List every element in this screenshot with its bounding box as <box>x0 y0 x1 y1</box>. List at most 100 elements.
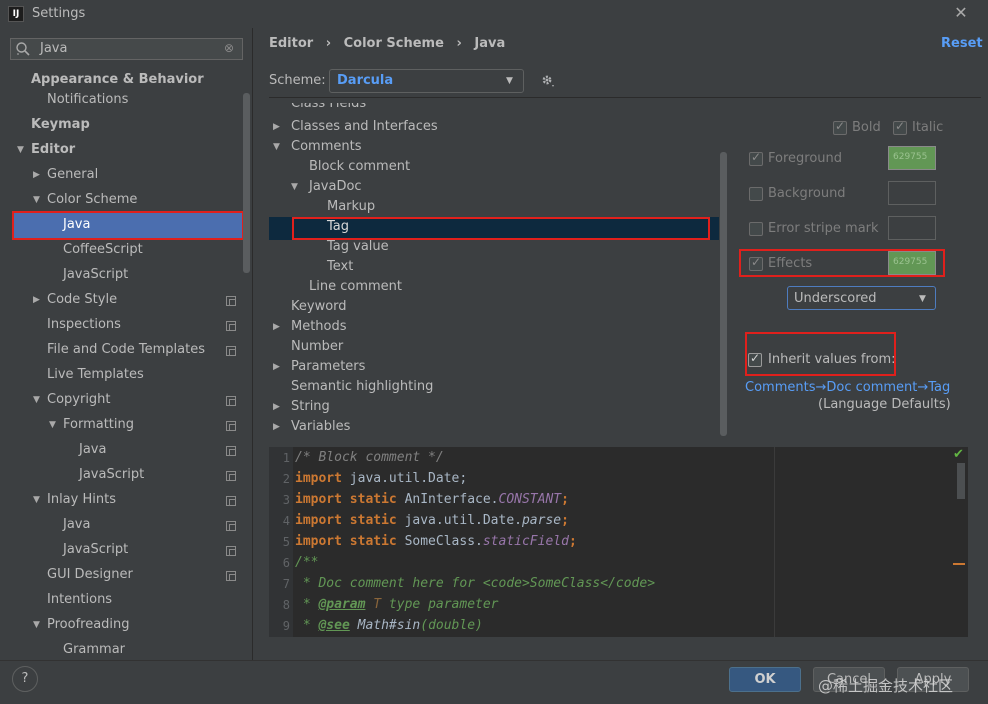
chevron-right-icon[interactable]: ▶ <box>273 322 280 332</box>
breadcrumb: Editor › Color Scheme › Java <box>269 36 505 51</box>
tree-scrollbar[interactable] <box>720 152 727 436</box>
code-doc-comment: * Doc comment here for <code>SomeClass</… <box>295 576 656 591</box>
sidebar-item-grammar[interactable]: Grammar <box>63 638 125 662</box>
code-doc-param: T <box>365 597 382 612</box>
sidebar-item-inspections[interactable]: Inspections <box>47 313 121 337</box>
code-doc-tag: @see <box>318 618 350 633</box>
chevron-right-icon[interactable]: ▶ <box>33 170 40 180</box>
sidebar-item-inlay-javascript[interactable]: JavaScript <box>63 538 128 562</box>
chevron-down-icon[interactable]: ▼ <box>17 145 24 155</box>
code-line: import java.util.Date; <box>295 471 467 486</box>
chevron-down-icon: ▼ <box>919 294 926 304</box>
sidebar-item-formatting-java[interactable]: Java <box>79 438 106 462</box>
sidebar-item-copyright[interactable]: Copyright <box>47 388 111 412</box>
code-doc-tag: @param <box>318 597 366 612</box>
chevron-down-icon[interactable]: ▼ <box>49 420 56 430</box>
sidebar-item-color-scheme[interactable]: Color Scheme <box>47 188 137 212</box>
italic-checkbox[interactable] <box>893 119 907 135</box>
sidebar-item-intentions[interactable]: Intentions <box>47 588 112 612</box>
divider <box>269 97 981 98</box>
highlight-box-tag <box>292 217 710 240</box>
breadcrumb-java: Java <box>474 36 506 51</box>
code-doc-ref: Math#sin <box>349 618 421 633</box>
italic-label: Italic <box>912 120 944 135</box>
gear-icon[interactable] <box>540 73 556 89</box>
sidebar-item-keymap[interactable]: Keymap <box>31 113 90 137</box>
tree-item-class-fields[interactable]: Class Fields <box>291 103 366 112</box>
sidebar-item-javascript[interactable]: JavaScript <box>63 263 128 287</box>
error-stripe-label: Error stripe mark <box>768 221 879 236</box>
bold-label: Bold <box>852 120 881 135</box>
sidebar-item-formatting-javascript[interactable]: JavaScript <box>79 463 144 487</box>
line-number: 4 <box>282 514 290 528</box>
chevron-down-icon[interactable]: ▼ <box>273 142 280 152</box>
background-checkbox[interactable] <box>749 187 763 201</box>
code-keyword: import <box>295 471 342 486</box>
help-button[interactable]: ? <box>12 666 38 692</box>
chevron-down-icon: ▼ <box>506 76 513 86</box>
ok-button[interactable]: OK <box>729 667 801 692</box>
chevron-right-icon[interactable]: ▶ <box>273 422 280 432</box>
sidebar-item-inlay-java[interactable]: Java <box>63 513 90 537</box>
sidebar-item-inlay-hints[interactable]: Inlay Hints <box>47 488 116 512</box>
project-settings-icon <box>226 346 236 356</box>
check-icon: ✔ <box>953 447 964 462</box>
intellij-app-icon: IJ <box>8 6 24 22</box>
foreground-checkbox[interactable] <box>749 150 763 166</box>
project-settings-icon <box>226 296 236 306</box>
sidebar-item-formatting[interactable]: Formatting <box>63 413 134 437</box>
bold-checkbox[interactable] <box>833 119 847 135</box>
code-text: AnInterface. <box>396 492 499 507</box>
sidebar-item-general[interactable]: General <box>47 163 98 187</box>
code-line: * @see Math#sin(double) <box>295 618 483 633</box>
code-text: java.util.Date; <box>341 471 468 486</box>
project-settings-icon <box>226 421 236 431</box>
code-doc-comment: * <box>295 618 319 633</box>
window-title: Settings <box>32 6 86 21</box>
breadcrumb-editor: Editor <box>269 36 314 51</box>
chevron-down-icon[interactable]: ▼ <box>291 182 298 192</box>
code-method: parse <box>521 513 562 528</box>
error-stripe-marker <box>953 563 965 565</box>
chevron-down-icon[interactable]: ▼ <box>33 395 40 405</box>
project-settings-icon <box>226 571 236 581</box>
code-semicolon: ; <box>561 492 569 507</box>
chevron-down-icon[interactable]: ▼ <box>33 495 40 505</box>
highlight-box-java <box>12 211 244 240</box>
sidebar-item-file-code-templates[interactable]: File and Code Templates <box>47 338 205 362</box>
error-stripe-color-swatch[interactable] <box>888 216 936 240</box>
tree-item-variables[interactable]: Variables <box>291 415 350 439</box>
sidebar-item-coffeescript[interactable]: CoffeeScript <box>63 238 143 262</box>
reset-link[interactable]: Reset <box>941 36 983 51</box>
sidebar-item-code-style[interactable]: Code Style <box>47 288 117 312</box>
sidebar-item-proofreading[interactable]: Proofreading <box>47 613 130 637</box>
code-line: import static AnInterface.CONSTANT; <box>295 492 569 507</box>
chevron-down-icon[interactable]: ▼ <box>33 620 40 630</box>
code-text: SomeClass. <box>396 534 483 549</box>
sidebar-item-live-templates[interactable]: Live Templates <box>47 363 144 387</box>
foreground-color-swatch[interactable]: 629755 <box>888 146 936 170</box>
code-doc-comment: /** <box>295 555 319 570</box>
chevron-right-icon[interactable]: ▶ <box>273 402 280 412</box>
error-stripe-checkbox[interactable] <box>749 222 763 236</box>
sidebar-item-gui-designer[interactable]: GUI Designer <box>47 563 133 587</box>
inherit-source-note: (Language Defaults) <box>818 397 951 412</box>
project-settings-icon <box>226 396 236 406</box>
code-line: /** <box>295 555 318 570</box>
code-doc-comment: * <box>295 597 319 612</box>
code-semicolon: ; <box>568 534 577 549</box>
chevron-right-icon[interactable]: ▶ <box>33 295 40 305</box>
code-line: import static SomeClass.staticField; <box>295 534 577 549</box>
search-icon <box>16 42 30 56</box>
inherit-source-link[interactable]: Comments→Doc comment→Tag <box>745 380 950 395</box>
sidebar-scrollbar[interactable] <box>243 93 250 273</box>
editor-scrollbar[interactable] <box>957 463 965 499</box>
sidebar-item-notifications[interactable]: Notifications <box>47 88 128 112</box>
chevron-right-icon[interactable]: ▶ <box>273 122 280 132</box>
clear-search-icon[interactable]: ⊗ <box>224 41 234 55</box>
close-icon[interactable]: ✕ <box>950 2 972 24</box>
chevron-right-icon[interactable]: ▶ <box>273 362 280 372</box>
sidebar-item-editor[interactable]: Editor <box>31 138 75 162</box>
chevron-down-icon[interactable]: ▼ <box>33 195 40 205</box>
background-color-swatch[interactable] <box>888 181 936 205</box>
